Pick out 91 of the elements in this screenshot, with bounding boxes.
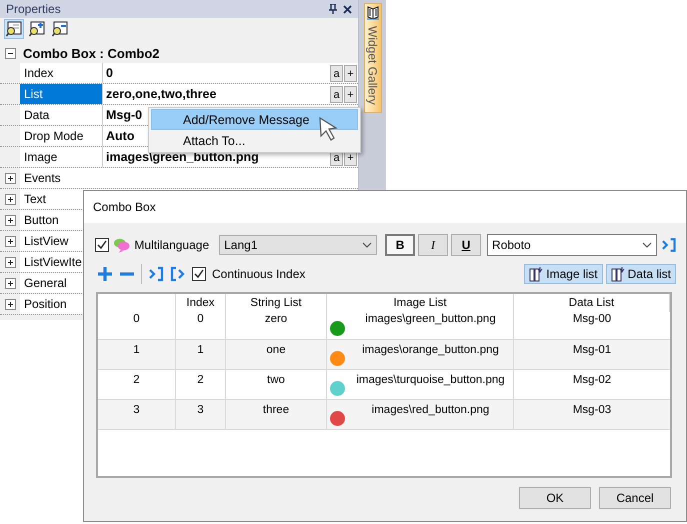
widget-gallery-tab[interactable]: Widget Gallery bbox=[364, 3, 382, 113]
bracket-arrow-icon[interactable] bbox=[148, 266, 164, 282]
table-cell: 3 bbox=[197, 404, 204, 416]
toolbar-button[interactable] bbox=[4, 19, 24, 39]
table-cell: Msg-03 bbox=[572, 404, 612, 416]
group-label[interactable]: Position bbox=[24, 297, 67, 311]
table-cell: zero bbox=[264, 313, 288, 325]
property-button[interactable]: a bbox=[330, 86, 343, 102]
chevron-down-icon bbox=[642, 242, 652, 248]
expand-icon[interactable] bbox=[4, 172, 16, 184]
style-button[interactable]: I bbox=[418, 234, 448, 256]
property-value: Auto bbox=[106, 129, 134, 143]
expand-icon[interactable] bbox=[4, 236, 16, 246]
style-button[interactable]: U bbox=[451, 234, 482, 256]
column-header: Index bbox=[186, 297, 215, 309]
dialog-title: Combo Box bbox=[93, 200, 156, 214]
table-cell: 2 bbox=[197, 374, 204, 386]
menu-item[interactable]: Attach To... bbox=[151, 130, 358, 151]
property-value: images\green_button.png bbox=[106, 150, 259, 164]
category-label: Combo Box : Combo2 bbox=[22, 46, 160, 60]
toolbar-button[interactable] bbox=[50, 19, 70, 39]
table-cell: 1 bbox=[197, 344, 204, 356]
column-header: String List bbox=[250, 297, 302, 309]
close-icon[interactable] bbox=[343, 4, 352, 14]
checkbox[interactable] bbox=[192, 267, 206, 281]
bracket-arrow-icon[interactable] bbox=[170, 266, 186, 282]
group-label[interactable]: ListViewIte bbox=[24, 255, 82, 269]
table-cell: 2 bbox=[133, 374, 140, 386]
collapse-icon[interactable] bbox=[4, 48, 16, 58]
checkbox-label: Multilanguage bbox=[134, 238, 210, 252]
panel-title: Properties bbox=[6, 2, 62, 16]
group-label[interactable]: ListView bbox=[24, 234, 68, 248]
font-dropdown[interactable]: Roboto bbox=[487, 234, 657, 256]
property-name[interactable]: Drop Mode bbox=[20, 126, 103, 146]
group-label[interactable]: Button bbox=[24, 213, 59, 227]
table-cell: one bbox=[266, 344, 286, 356]
property-button[interactable]: + bbox=[344, 64, 357, 82]
column-header: Data List bbox=[568, 297, 614, 309]
chevron-down-icon bbox=[362, 242, 372, 248]
table-cell: images\red_button.png bbox=[372, 404, 490, 416]
list-toggle-button[interactable]: Image list bbox=[524, 264, 603, 284]
columns-icon bbox=[529, 266, 546, 282]
group-label[interactable]: General bbox=[24, 276, 67, 290]
columns-icon bbox=[610, 266, 627, 282]
group-label[interactable]: Events bbox=[24, 171, 61, 185]
table-cell: 1 bbox=[133, 344, 140, 356]
ok-button[interactable]: OK bbox=[519, 487, 591, 509]
property-value: Msg-0 bbox=[106, 108, 142, 122]
cursor-icon bbox=[318, 116, 340, 142]
table-cell: Msg-01 bbox=[572, 344, 612, 356]
expand-icon[interactable] bbox=[4, 194, 16, 204]
table-cell: images\green_button.png bbox=[365, 313, 496, 325]
table-cell: images\orange_button.png bbox=[362, 344, 499, 356]
toolbar-button[interactable] bbox=[27, 19, 47, 39]
column-header: Image List bbox=[393, 297, 447, 309]
language-dropdown[interactable]: Lang1 bbox=[219, 235, 378, 255]
cancel-button[interactable]: Cancel bbox=[599, 487, 671, 509]
style-button[interactable]: B bbox=[385, 234, 416, 256]
checkbox[interactable] bbox=[95, 238, 109, 252]
chat-icon bbox=[113, 237, 130, 253]
table-cell: 3 bbox=[133, 404, 140, 416]
magnifier-icon bbox=[52, 21, 68, 37]
list-toggle-button[interactable]: Data list bbox=[606, 264, 676, 284]
property-name[interactable]: Index bbox=[20, 63, 103, 83]
table-cell: Msg-02 bbox=[572, 374, 612, 386]
property-name[interactable]: List bbox=[20, 84, 103, 104]
table-cell: images\turquoise_button.png bbox=[356, 374, 505, 386]
expand-icon[interactable] bbox=[4, 298, 16, 310]
table-cell: 0 bbox=[133, 313, 140, 325]
add-icon[interactable] bbox=[97, 266, 113, 282]
property-name[interactable]: Data bbox=[20, 105, 103, 125]
property-name[interactable]: Image bbox=[20, 147, 103, 167]
property-button[interactable]: + bbox=[344, 86, 357, 102]
expand-icon[interactable] bbox=[4, 278, 16, 288]
bracket-arrow-icon[interactable] bbox=[660, 237, 676, 253]
pin-icon[interactable] bbox=[329, 4, 337, 14]
group-label[interactable]: Text bbox=[24, 192, 46, 206]
table-cell: 0 bbox=[197, 313, 204, 325]
property-value: 0 bbox=[106, 66, 113, 80]
magnifier-icon bbox=[29, 21, 45, 37]
menu-item[interactable]: Add/Remove Message bbox=[151, 109, 358, 130]
checkbox-label: Continuous Index bbox=[212, 267, 306, 281]
property-value: zero,one,two,three bbox=[106, 87, 216, 101]
expand-icon[interactable] bbox=[4, 256, 16, 268]
expand-icon[interactable] bbox=[4, 214, 16, 226]
magnifier-icon bbox=[6, 21, 22, 37]
property-button[interactable]: a bbox=[330, 64, 343, 82]
table-cell: two bbox=[267, 374, 285, 386]
table-cell: Msg-00 bbox=[572, 313, 612, 325]
table-cell: three bbox=[262, 404, 290, 416]
book-icon bbox=[366, 6, 380, 20]
